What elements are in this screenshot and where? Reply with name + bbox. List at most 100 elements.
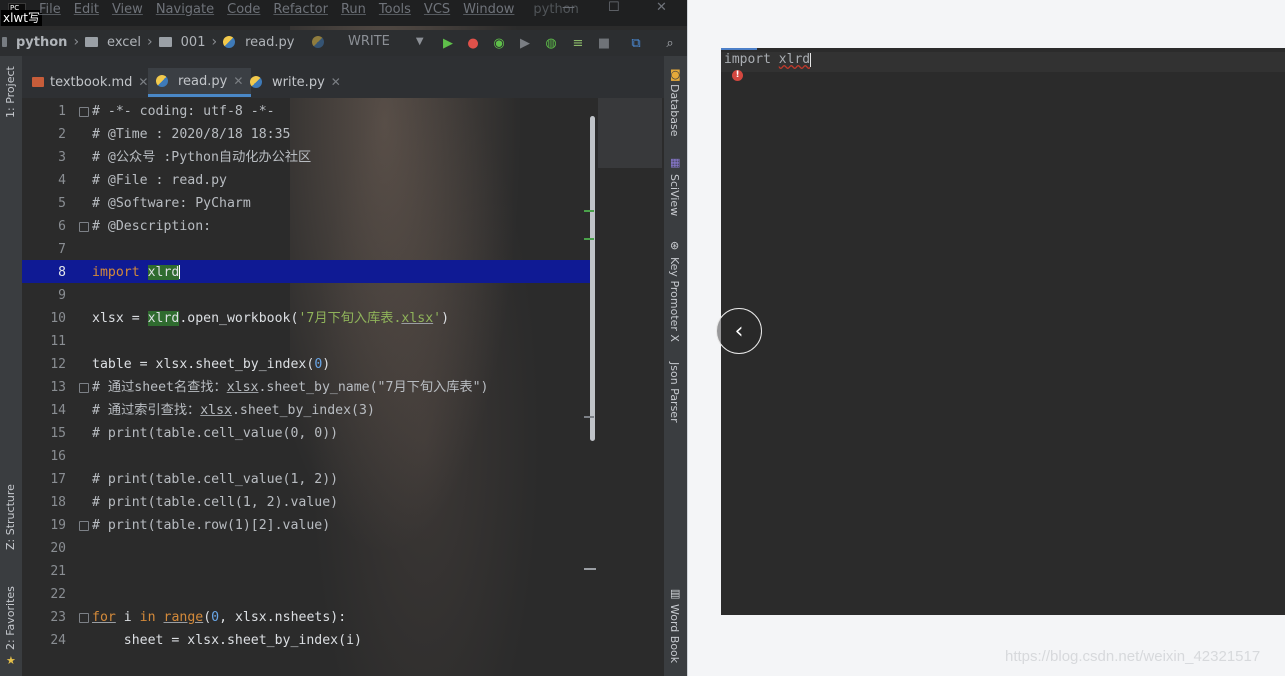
menu-window[interactable]: Window [463,2,514,17]
line-number: 5 [58,196,66,211]
code-line: for i in range(0, xlsx.nsheets): [92,610,347,625]
word-book-icon: ▤ [670,587,681,600]
run-config-selector[interactable]: WRITE ▼ [312,34,424,49]
breadcrumb-excel[interactable]: excel [107,35,141,50]
tooltip-tag: xlwt写 [1,10,42,26]
chevron-right-icon: › [147,34,153,50]
line-number: 21 [50,564,66,579]
fold-marker-icon[interactable] [79,521,89,531]
menu-bar: File Edit View Navigate Code Refactor Ru… [39,2,579,17]
folder-icon [158,37,172,47]
line-number: 18 [50,495,66,510]
markdown-file-icon [32,77,44,87]
maximize-icon[interactable]: ☐ [608,0,620,15]
menu-edit[interactable]: Edit [74,2,99,17]
left-tool-strip: 1: Project Z: Structure 2: Favorites ★ [0,56,22,676]
sciview-icon: ▦ [670,156,681,169]
line-number-gutter: 1 2 3 4 5 6 7 8 9 10 11 12 13 14 15 16 1… [22,98,82,650]
json-parser-tool-tab[interactable]: Json Parser [668,362,681,423]
python-file-icon [312,35,324,48]
build-icon[interactable]: ≡ [570,35,586,51]
menu-vcs[interactable]: VCS [424,2,450,17]
menu-tools[interactable]: Tools [379,2,411,17]
run-config-name: WRITE [348,34,390,49]
chevron-left-icon: ‹ [734,318,744,344]
coverage-icon[interactable]: ◉ [491,35,507,51]
line-number: 14 [50,403,66,418]
menu-code[interactable]: Code [227,2,260,17]
code-line: # print(table.cell(1, 2).value) [92,495,339,510]
word-book-tool-tab[interactable]: Word Book [668,604,681,663]
breadcrumb-project[interactable]: python [16,35,67,50]
tab-label: write.py [272,74,325,90]
project-tool-tab[interactable]: 1: Project [4,66,17,118]
favorites-tool-tab[interactable]: 2: Favorites [4,586,17,650]
line-number: 6 [58,219,66,234]
star-icon: ★ [6,654,16,667]
python-file-icon [223,36,236,48]
code-editor[interactable]: 1 2 3 4 5 6 7 8 9 10 11 12 13 14 15 16 1… [22,98,664,650]
breadcrumb-file[interactable]: read.py [245,35,294,50]
line-number: 24 [50,633,66,648]
tab-write-py[interactable]: write.py ✕ [242,68,349,96]
snippet-accent-bar [721,48,757,50]
snippet-code[interactable]: import xlrd [724,52,812,68]
fold-marker-icon[interactable] [79,383,89,393]
menu-run[interactable]: Run [341,2,366,17]
folder-icon [85,37,99,47]
line-number: 20 [50,541,66,556]
back-arrow-button[interactable]: ‹ [716,308,762,354]
concurrency-icon[interactable]: ◍ [543,35,559,51]
profile-icon[interactable]: ▶ [517,35,533,51]
tab-read-py[interactable]: read.py ✕ [148,68,252,97]
chevron-right-icon: › [73,34,80,50]
database-tool-tab[interactable]: Database [668,84,681,137]
code-line: # @Software: PyCharm [92,196,251,211]
error-icon[interactable]: ! [732,70,743,81]
menu-file[interactable]: File [39,2,61,17]
menu-refactor[interactable]: Refactor [273,2,328,17]
snippet-keyword: import [724,52,771,67]
line-number: 17 [50,472,66,487]
translate-icon[interactable]: ⧉ [628,35,644,51]
line-number: 12 [50,357,66,372]
structure-tool-tab[interactable]: Z: Structure [4,484,17,550]
menu-navigate[interactable]: Navigate [156,2,214,17]
close-window-icon[interactable]: ✕ [656,0,667,15]
line-number: 16 [50,449,66,464]
line-number: 3 [58,150,66,165]
run-icon[interactable]: ▶ [440,35,456,51]
breadcrumb: python › excel › 001 › read.py [2,34,294,50]
minimap[interactable] [598,98,662,168]
line-number: 4 [58,173,66,188]
breadcrumb-001[interactable]: 001 [181,35,206,50]
code-line: # 通过索引查找：xlsx.sheet_by_index(3) [92,403,375,418]
right-tool-strip: ◙ Database ▦ SciView ⊛ Key Promoter X Js… [664,56,687,676]
editor-tab-bar: textbook.md ✕ read.py ✕ write.py ✕ [22,56,664,98]
snippet-module: xlrd [778,52,811,67]
tab-textbook-md[interactable]: textbook.md ✕ [24,68,156,96]
fold-marker-icon[interactable] [79,222,89,232]
line-number: 15 [50,426,66,441]
key-promoter-tool-tab[interactable]: Key Promoter X [668,257,681,342]
code-line: # @Description: [92,219,212,234]
code-line: # print(table.row(1)[2].value) [92,518,331,533]
editor-scrollbar[interactable] [590,116,595,441]
change-marker [584,210,594,212]
sciview-tool-tab[interactable]: SciView [668,174,681,216]
code-line: sheet = xlsx.sheet_by_index(i) [92,633,362,648]
fold-marker-icon[interactable] [79,107,89,117]
debug-icon[interactable]: ● [465,35,481,51]
fold-marker-icon[interactable] [79,613,89,623]
code-line: # 通过sheet名查找：xlsx.sheet_by_name("7月下旬入库表… [92,380,489,395]
stop-icon[interactable]: ■ [596,35,612,51]
close-tab-icon[interactable]: ✕ [138,75,148,89]
minimize-icon[interactable]: — [562,0,575,15]
search-icon[interactable]: ⌕ [662,35,678,51]
close-tab-icon[interactable]: ✕ [331,75,341,89]
line-number: 22 [50,587,66,602]
python-file-icon [250,76,262,88]
line-number: 10 [50,311,66,326]
line-number: 1 [58,104,66,119]
menu-view[interactable]: View [112,2,143,17]
